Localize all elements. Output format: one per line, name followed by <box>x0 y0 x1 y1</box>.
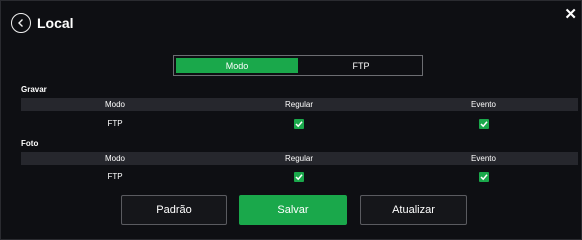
local-settings-window: Local ✕ Modo FTP Gravar Modo Regular Eve… <box>0 0 582 240</box>
evento-checkbox[interactable] <box>478 118 489 129</box>
row-modo-value: FTP <box>107 172 123 181</box>
column-header-modo: Modo <box>104 100 125 109</box>
evento-checkbox[interactable] <box>478 171 489 182</box>
table-row: FTP <box>21 117 578 130</box>
table-row: FTP <box>21 170 578 183</box>
column-header-evento: Evento <box>471 154 496 163</box>
regular-checkbox[interactable] <box>294 171 304 182</box>
circle-chevron-left-icon[interactable] <box>11 13 31 33</box>
close-icon[interactable]: ✕ <box>564 7 577 22</box>
section-label-gravar: Gravar <box>21 85 47 94</box>
table-header: Modo Regular Evento <box>21 98 578 111</box>
save-button[interactable]: Salvar <box>239 195 347 225</box>
header: Local <box>11 11 74 35</box>
page-title: Local <box>37 15 74 31</box>
table-header: Modo Regular Evento <box>21 152 578 165</box>
section-label-foto: Foto <box>21 139 39 148</box>
default-button[interactable]: Padrão <box>121 195 227 225</box>
column-header-regular: Regular <box>284 100 313 109</box>
tab-ftp[interactable]: FTP <box>300 56 422 75</box>
column-header-regular: Regular <box>284 154 313 163</box>
tab-group: Modo FTP <box>173 55 423 76</box>
regular-checkbox[interactable] <box>294 118 304 129</box>
refresh-button[interactable]: Atualizar <box>360 195 467 225</box>
tab-modo[interactable]: Modo <box>176 58 298 73</box>
row-modo-value: FTP <box>107 119 123 128</box>
column-header-modo: Modo <box>104 154 125 163</box>
column-header-evento: Evento <box>471 100 496 109</box>
